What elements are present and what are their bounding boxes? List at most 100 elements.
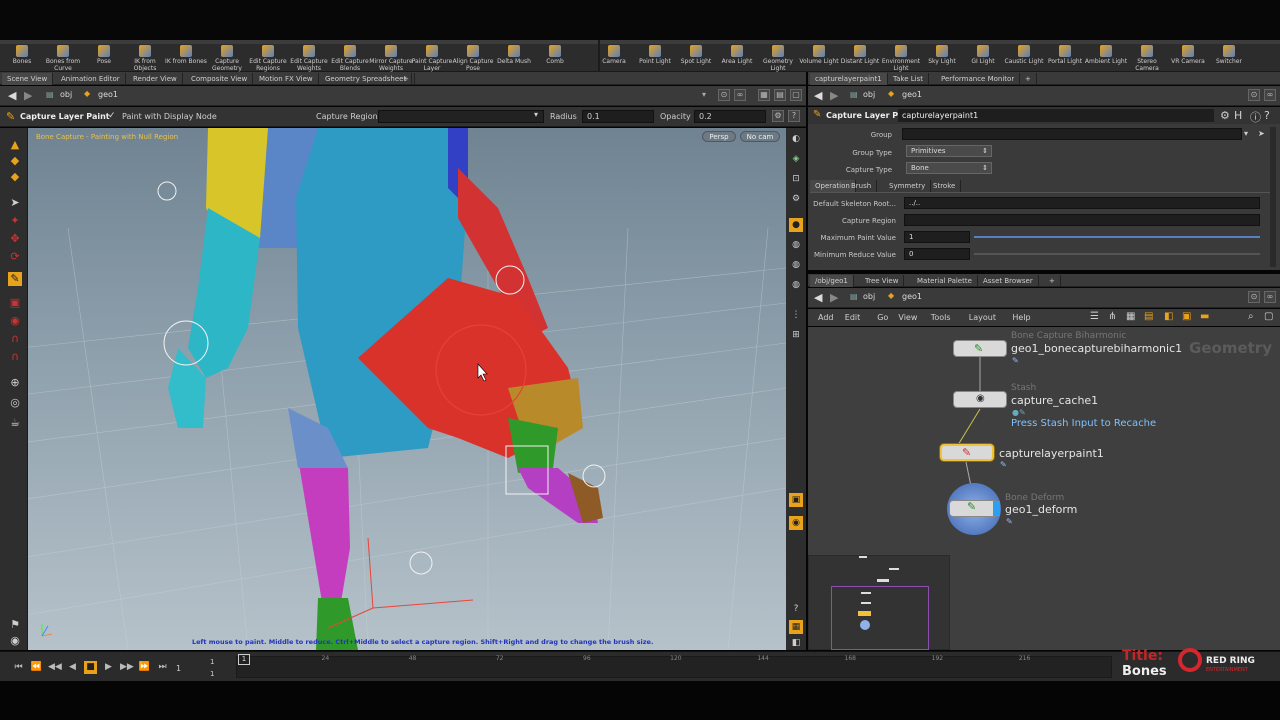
shelf-button-area-light[interactable]: Area Light [715, 44, 759, 72]
next-key-icon[interactable]: ⏩ [138, 661, 151, 674]
end-frame[interactable]: 1 [210, 670, 214, 678]
node-capturelayerpaint[interactable]: ✎ [940, 444, 994, 461]
breadcrumb-obj[interactable]: obj [60, 90, 72, 99]
shelf-button-edit-capture-regions[interactable]: Edit Capture Regions [246, 44, 290, 72]
help-icon[interactable]: ? [789, 602, 803, 616]
capture-type-select[interactable]: Bone ⇕ [906, 162, 992, 174]
network-tree-icon[interactable]: ⋔ [1108, 311, 1116, 322]
tab-composite-view[interactable]: Composite View [186, 73, 254, 85]
default-root-field[interactable]: ../.. [904, 197, 1260, 209]
network-search-icon[interactable]: ⌕ [1248, 311, 1254, 322]
stop-icon[interactable]: ■ [84, 661, 97, 674]
back-arrow-icon[interactable]: ◀ [8, 89, 16, 102]
add-tab-icon[interactable]: + [398, 73, 415, 85]
max-paint-field[interactable]: 1 [904, 231, 970, 243]
param-info-icon[interactable]: ⓘ [1250, 109, 1261, 125]
node-4-name[interactable]: geo1_deform [1005, 503, 1077, 516]
network-menu-help[interactable]: Help [1012, 313, 1030, 322]
capture-region-field[interactable] [378, 110, 544, 123]
display-option-2-icon[interactable]: ◈ [789, 152, 803, 166]
viewport-canvas[interactable] [28, 128, 786, 650]
shelf-button-mirror-capture[interactable]: Mirror Capture Weights [369, 44, 413, 72]
shelf-button-edit-capture-weights[interactable]: Edit Capture Weights [287, 44, 331, 72]
param-node-name[interactable]: capturelayerpaint1 [898, 109, 1214, 122]
pointer-icon[interactable]: ➤ [8, 196, 22, 210]
group-dropdown-icon[interactable]: ▾ [1244, 129, 1248, 138]
shelf-button-gi-light[interactable]: GI Light [961, 44, 1005, 72]
view-tool-icon[interactable]: ✦ [8, 214, 22, 228]
playhead[interactable]: 1 [238, 654, 250, 665]
jump-start-icon[interactable]: ⏮ [12, 661, 25, 674]
shelf-button-comb[interactable]: Comb [533, 44, 577, 72]
play-icon[interactable]: ▶ [102, 661, 115, 674]
grid-display-icon[interactable]: ▦ [789, 620, 803, 634]
capture-region-param-field[interactable] [904, 214, 1260, 226]
min-reduce-slider[interactable] [974, 253, 1260, 255]
network-box-icon[interactable]: ▬ [1200, 311, 1209, 322]
flag-icon[interactable]: ⚑ [8, 618, 22, 632]
param-tab-brush[interactable]: Brush [846, 180, 878, 192]
network-shape-icon[interactable]: ◧ [1164, 311, 1173, 322]
display-option-11-icon[interactable]: ▣ [789, 493, 803, 507]
snap-multi-icon[interactable]: ∩ [8, 350, 22, 364]
shelf-button-switcher[interactable]: Switcher [1207, 44, 1251, 72]
start-frame[interactable]: 1 [210, 658, 214, 666]
tab-render-view[interactable]: Render View [128, 73, 183, 85]
group-field[interactable] [902, 128, 1242, 140]
display-option-9-icon[interactable]: ⋮ [789, 308, 803, 322]
tea-icon[interactable]: ☕ [8, 416, 22, 430]
select-tool-icon[interactable]: ▲ [8, 138, 22, 152]
network-list-icon[interactable]: ☰ [1090, 311, 1099, 322]
max-paint-slider[interactable] [974, 236, 1260, 238]
param-tab-stroke[interactable]: Stroke [928, 180, 962, 192]
network-grid-icon[interactable]: ▦ [1126, 311, 1135, 322]
display-option-6-icon[interactable]: ◍ [789, 238, 803, 252]
render-icon[interactable]: ◎ [8, 396, 22, 410]
shelf-button-caustic-light[interactable]: Caustic Light [1002, 44, 1046, 72]
params-pin-icon[interactable]: ⊙ [1248, 89, 1260, 101]
handle-tool-icon[interactable]: ◆ [8, 154, 22, 168]
tab-performance-monitor[interactable]: Performance Monitor [936, 73, 1021, 85]
params-back-icon[interactable]: ◀ [814, 89, 822, 102]
rotate-tool-icon[interactable]: ⟳ [8, 250, 22, 264]
shelf-button-bone-curve[interactable]: Bones from Curve [41, 44, 85, 72]
network-menu-add[interactable]: Add [818, 313, 834, 322]
display-flag[interactable] [993, 501, 1000, 516]
scale-tool-icon[interactable]: ✥ [8, 232, 22, 246]
node-bonecapturebiharmonic[interactable]: ✎ [953, 340, 1007, 357]
network-forward-icon[interactable]: ▶ [830, 291, 838, 304]
display-option-4-icon[interactable]: ⚙ [789, 192, 803, 206]
shelf-button-sky-light[interactable]: Sky Light [920, 44, 964, 72]
add-tab-icon[interactable]: + [1020, 73, 1037, 85]
tool-help-icon[interactable]: ? [788, 110, 800, 122]
shelf-button-portal-light[interactable]: Portal Light [1043, 44, 1087, 72]
path-dropdown-icon[interactable]: ▾ [702, 90, 706, 99]
opacity-field[interactable]: 0.2 [694, 110, 766, 123]
viewport-layout-icon[interactable]: ▦ [758, 89, 770, 101]
tab-capturelayerpaint1[interactable]: capturelayerpaint1 [810, 73, 888, 85]
param-question-icon[interactable]: ? [1264, 109, 1270, 122]
pin-icon[interactable]: ⊙ [718, 89, 730, 101]
network-link-icon[interactable]: ∞ [1264, 291, 1276, 303]
display-option-8-icon[interactable]: ◍ [789, 278, 803, 292]
shelf-button-capture-geometry[interactable]: Capture Geometry [205, 44, 249, 72]
display-option-12-icon[interactable]: ◉ [789, 516, 803, 530]
params-forward-icon[interactable]: ▶ [830, 89, 838, 102]
param-scrollbar[interactable] [1270, 127, 1276, 267]
forward-arrow-icon[interactable]: ▶ [24, 89, 32, 102]
network-menu-layout[interactable]: Layout [969, 313, 996, 322]
breadcrumb-geo[interactable]: geo1 [98, 90, 118, 99]
shelf-button-point-light[interactable]: Point Light [633, 44, 677, 72]
param-help-icon[interactable]: H [1234, 109, 1242, 122]
network-color-icon[interactable]: ▤ [1144, 311, 1153, 322]
param-gear-icon[interactable]: ⚙ [1220, 109, 1230, 122]
node-1-name[interactable]: geo1_bonecapturebiharmonic1 [1011, 342, 1182, 355]
add-tab-icon[interactable]: + [1044, 275, 1061, 287]
snap-magnet-icon[interactable]: ∩ [8, 332, 22, 346]
group-select-icon[interactable]: ➤ [1258, 129, 1265, 138]
play-back-icon[interactable]: ◀ [66, 661, 79, 674]
transform-icon[interactable]: ⊕ [8, 376, 22, 390]
shelf-button-ambient-light[interactable]: Ambient Light [1084, 44, 1128, 72]
shelf-button-stereo-camera[interactable]: Stereo Camera [1125, 44, 1169, 72]
network-pin-icon[interactable]: ⊙ [1248, 291, 1260, 303]
